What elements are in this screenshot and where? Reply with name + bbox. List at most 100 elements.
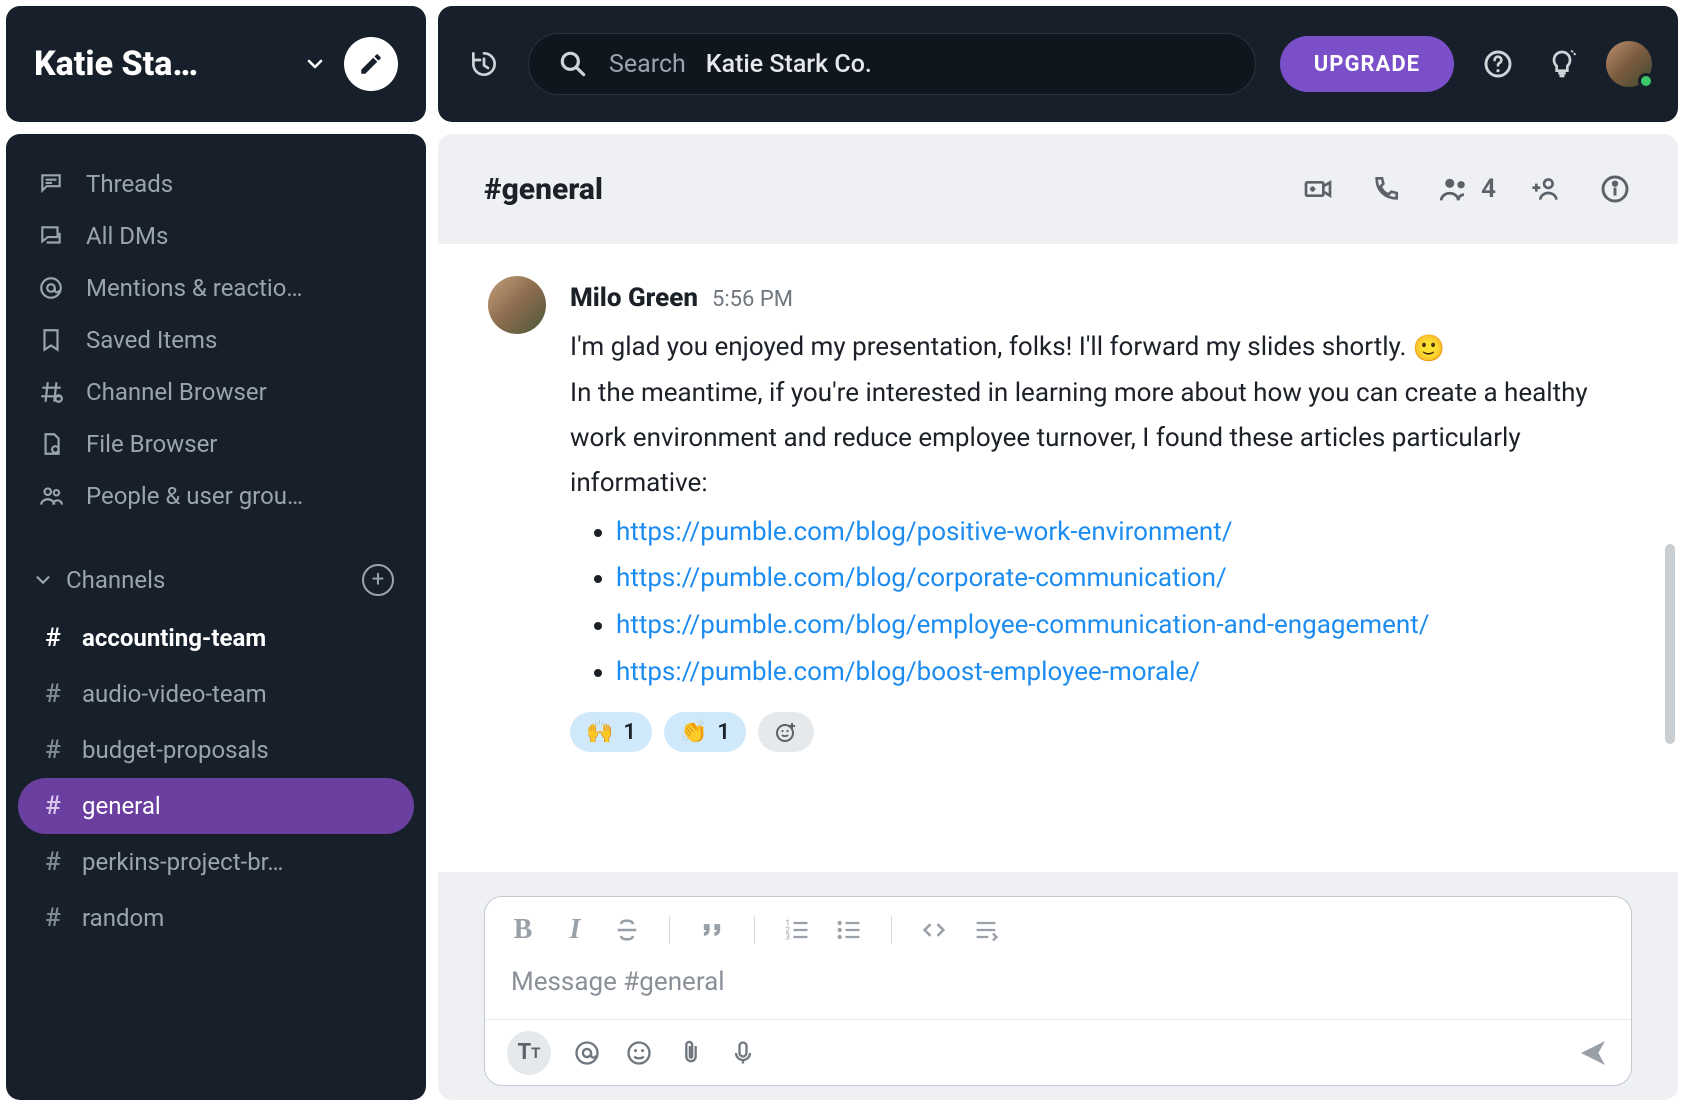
strike-button[interactable] [611,914,643,946]
code-button[interactable] [918,914,950,946]
add-reaction-button[interactable] [758,712,814,752]
hash-icon: # [42,623,64,653]
reaction-count: 1 [623,714,636,752]
format-toolbar: B I 123 [485,897,1631,953]
reaction-emoji: 👏 [680,714,707,752]
channels-section-label: Channels [66,566,165,594]
upgrade-label: UPGRADE [1314,52,1420,77]
toggle-formatting-button[interactable]: TT [507,1031,551,1075]
hints-button[interactable] [1542,44,1582,84]
nav-saved[interactable]: Saved Items [18,314,414,366]
message-time: 5:56 PM [712,281,793,319]
audio-clip-button[interactable] [727,1037,759,1069]
hash-icon: # [42,847,64,877]
composer: B I 123 [484,896,1632,1086]
message-placeholder: Message #general [511,967,725,997]
nav-label: People & user grou… [86,482,303,510]
channel-panel: #general 4 Milo Gr [438,134,1678,1100]
italic-button[interactable]: I [559,914,591,946]
scrollbar-thumb[interactable] [1665,544,1675,744]
send-button[interactable] [1577,1037,1609,1069]
bullet-list-button[interactable] [833,914,865,946]
add-member-button[interactable] [1530,172,1564,206]
message-author[interactable]: Milo Green [570,276,698,321]
hash-icon: # [42,735,64,765]
nav-mentions[interactable]: Mentions & reactio… [18,262,414,314]
message-links: https://pumble.com/blog/positive-work-en… [570,510,1628,695]
member-count: 4 [1481,174,1496,204]
codeblock-button[interactable] [970,914,1002,946]
attach-button[interactable] [675,1037,707,1069]
reaction-emoji: 🙌 [586,714,613,752]
hash-icon: # [42,679,64,709]
add-channel-button[interactable]: + [362,564,394,596]
workspace-switcher[interactable]: Katie Sta… [6,6,426,122]
message: Milo Green 5:56 PM I'm glad you enjoyed … [488,276,1628,752]
reactions: 🙌 1 👏 1 [570,712,1628,752]
search-workspace: Katie Stark Co. [706,50,872,79]
composer-actions: TT [485,1019,1631,1085]
channel-perkins-project[interactable]: # perkins-project-br… [18,834,414,890]
reaction-count: 1 [717,714,730,752]
channels-section-header[interactable]: Channels + [18,550,414,610]
author-avatar[interactable] [488,276,546,334]
channel-label: audio-video-team [82,680,267,708]
composer-area: B I 123 [438,872,1678,1100]
help-button[interactable] [1478,44,1518,84]
message-text: I'm glad you enjoyed my presentation, fo… [570,325,1628,506]
user-avatar[interactable] [1606,41,1652,87]
message-list: Milo Green 5:56 PM I'm glad you enjoyed … [438,244,1678,872]
mention-button[interactable] [571,1037,603,1069]
reaction[interactable]: 👏 1 [664,712,746,752]
quote-button[interactable] [696,914,728,946]
nav-label: Channel Browser [86,378,267,406]
channel-title[interactable]: #general [484,172,1267,207]
channel-general[interactable]: # general [18,778,414,834]
search-input[interactable]: Search Katie Stark Co. [528,33,1256,95]
link[interactable]: https://pumble.com/blog/boost-employee-m… [616,657,1200,687]
channel-label: general [82,792,161,820]
channel-label: perkins-project-br… [82,848,283,876]
compose-button[interactable] [344,37,398,91]
channel-info-button[interactable] [1598,172,1632,206]
smile-emoji: 🙂 [1413,334,1445,364]
nav-label: Saved Items [86,326,217,354]
members-button[interactable]: 4 [1437,172,1496,206]
nav-channel-browser[interactable]: Channel Browser [18,366,414,418]
audio-call-button[interactable] [1369,172,1403,206]
hash-icon: # [42,903,64,933]
nav-label: Threads [86,170,173,198]
history-button[interactable] [464,44,504,84]
reaction[interactable]: 🙌 1 [570,712,652,752]
nav-label: All DMs [86,222,168,250]
nav-people[interactable]: People & user grou… [18,470,414,522]
channel-audio-video-team[interactable]: # audio-video-team [18,666,414,722]
upgrade-button[interactable]: UPGRADE [1280,36,1454,92]
svg-text:3: 3 [785,931,790,941]
channel-random[interactable]: # random [18,890,414,946]
message-input[interactable]: Message #general [485,953,1631,1019]
channel-accounting-team[interactable]: # accounting-team [18,610,414,666]
search-prefix: Search [609,50,686,79]
ordered-list-button[interactable]: 123 [781,914,813,946]
hash-icon: # [42,791,64,821]
link[interactable]: https://pumble.com/blog/corporate-commun… [616,563,1227,593]
nav-file-browser[interactable]: File Browser [18,418,414,470]
search-icon [557,48,589,80]
link[interactable]: https://pumble.com/blog/positive-work-en… [616,517,1233,547]
bold-button[interactable]: B [507,914,539,946]
chevron-down-icon [300,49,330,79]
video-call-button[interactable] [1301,172,1335,206]
nav-threads[interactable]: Threads [18,158,414,210]
channel-label: budget-proposals [82,736,269,764]
channel-label: random [82,904,164,932]
nav-label: File Browser [86,430,217,458]
topbar: Search Katie Stark Co. UPGRADE [438,6,1678,122]
nav-all-dms[interactable]: All DMs [18,210,414,262]
link[interactable]: https://pumble.com/blog/employee-communi… [616,610,1429,640]
workspace-title: Katie Sta… [34,44,286,84]
channel-budget-proposals[interactable]: # budget-proposals [18,722,414,778]
emoji-button[interactable] [623,1037,655,1069]
channel-label: accounting-team [82,624,266,652]
nav-label: Mentions & reactio… [86,274,302,302]
